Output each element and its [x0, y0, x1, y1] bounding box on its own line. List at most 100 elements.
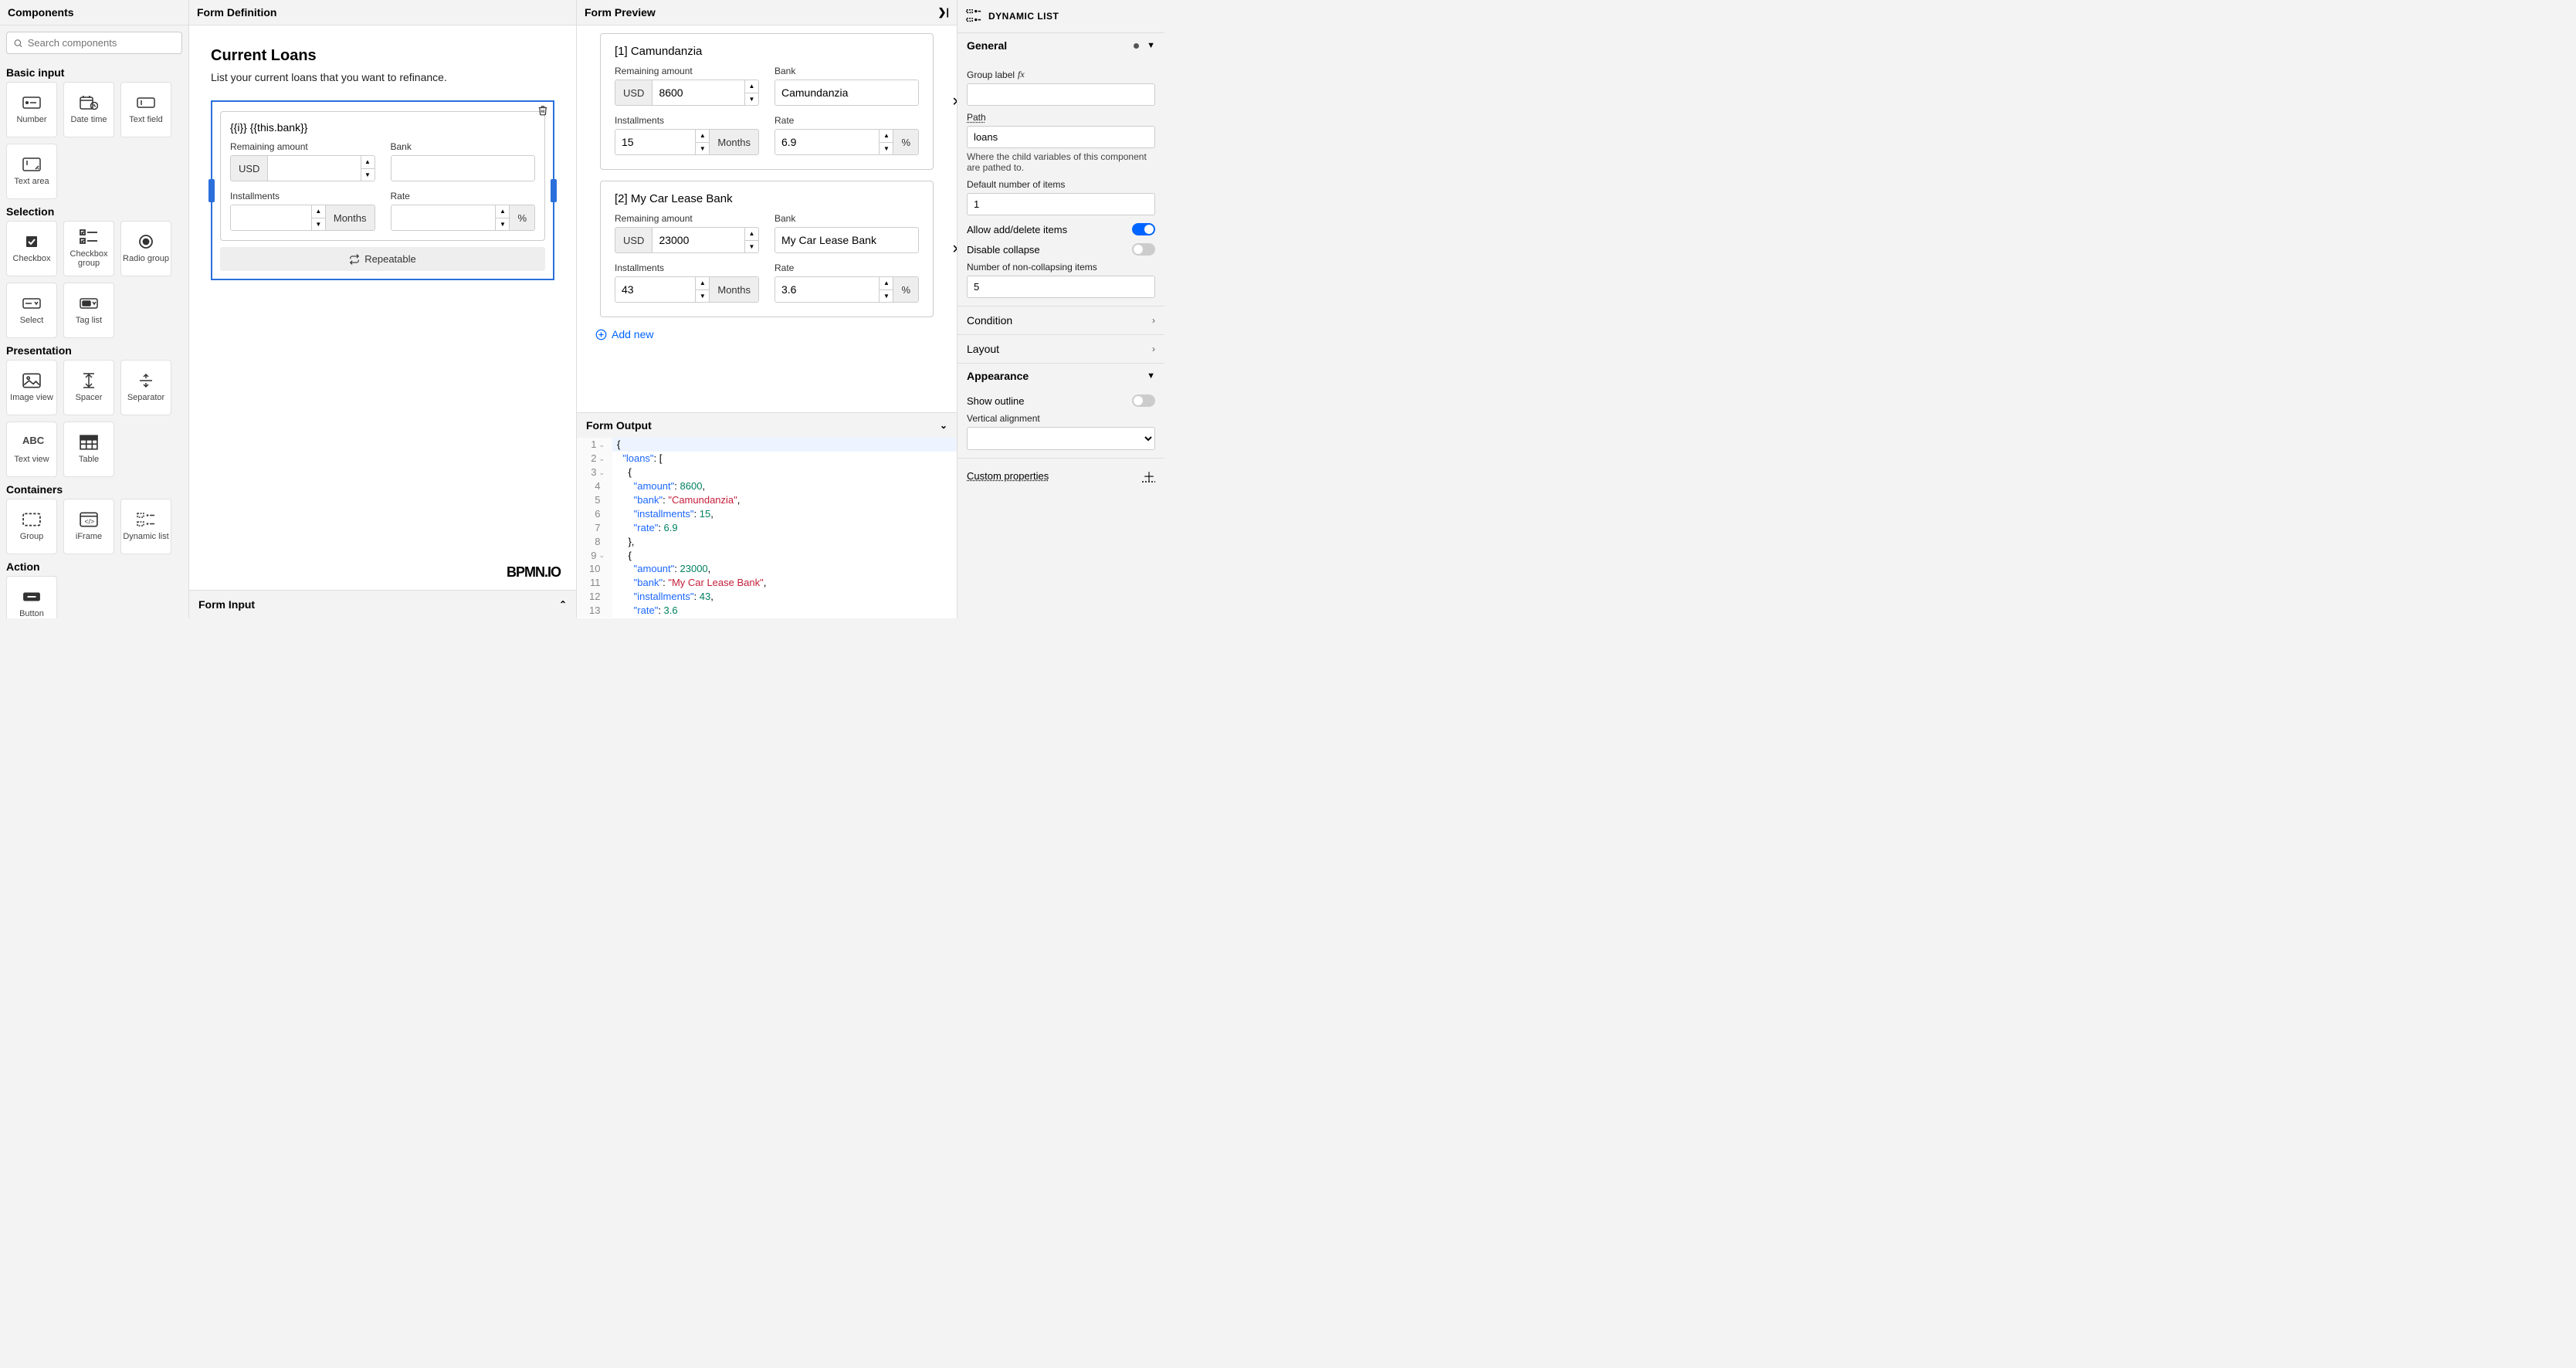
form-title: Current Loans [211, 47, 554, 65]
component-separator[interactable]: Separator [120, 360, 171, 415]
form-output-header[interactable]: Form Output ⌄ [577, 412, 957, 438]
fx-icon[interactable]: fx [1018, 69, 1025, 80]
expand-icon[interactable]: ⌃ [559, 599, 567, 610]
dynamic-list-selected[interactable]: {{i}} {{this.bank}} Remaining amount USD… [211, 100, 554, 280]
allow-add-toggle[interactable] [1132, 223, 1155, 235]
amount-input[interactable]: USD▲▼ [615, 80, 759, 106]
form-output-code[interactable]: 1⌄{2⌄ "loans": [3⌄ {4 "amount": 8600,5 "… [577, 438, 957, 618]
bank-label: Bank [391, 141, 536, 152]
bank-input[interactable] [391, 155, 536, 181]
percent-suffix: % [509, 205, 534, 230]
checkbox-group-icon [80, 229, 98, 245]
collapse-output-icon[interactable]: ⌄ [940, 420, 947, 431]
component-tag-list[interactable]: Tag list [63, 283, 114, 338]
dynamic-list-icon [137, 512, 155, 527]
item-header-template: {{i}} {{this.bank}} [230, 121, 535, 134]
rate-input[interactable]: ▲▼ % [391, 205, 536, 231]
amount-input[interactable]: USD ▲▼ [230, 155, 375, 181]
installments-stepper[interactable]: ▲▼ [311, 205, 325, 230]
rate-input[interactable]: ▲▼% [774, 129, 919, 155]
loan-card: ✕ [2] My Car Lease Bank Remaining amount… [600, 181, 934, 317]
chevron-down-icon[interactable]: ▼ [1147, 371, 1155, 381]
amount-label: Remaining amount [230, 141, 375, 152]
remove-loan-button[interactable]: ✕ [952, 242, 957, 257]
default-items-input[interactable] [967, 193, 1155, 215]
rate-stepper[interactable]: ▲▼ [495, 205, 509, 230]
path-input[interactable] [967, 126, 1155, 148]
search-components[interactable] [6, 32, 182, 54]
show-outline-toggle[interactable] [1132, 394, 1155, 407]
disable-collapse-toggle[interactable] [1132, 243, 1155, 256]
chevron-up-icon[interactable]: ▲ [361, 156, 375, 169]
separator-icon [137, 373, 155, 388]
add-new-button[interactable]: Add new [595, 328, 934, 340]
installments-label: Installments [230, 191, 375, 201]
noncollapse-input[interactable] [967, 276, 1155, 298]
svg-text:</>: </> [85, 517, 95, 525]
amount-stepper[interactable]: ▲▼ [361, 156, 375, 181]
installments-input[interactable]: ▲▼Months [615, 129, 759, 155]
condition-section[interactable]: Condition› [958, 306, 1164, 334]
component-spacer[interactable]: Spacer [63, 360, 114, 415]
component-select[interactable]: Select [6, 283, 57, 338]
tag-list-icon [80, 296, 98, 311]
component-number[interactable]: Number [6, 82, 57, 137]
default-items-label: Default number of items [967, 179, 1155, 190]
group-label-input[interactable] [967, 83, 1155, 106]
repeatable-indicator: Repeatable [220, 247, 545, 271]
group-icon [22, 512, 41, 527]
component-group[interactable]: Group [6, 499, 57, 554]
loan-title: [1] Camundanzia [615, 45, 919, 58]
component-text-field[interactable]: Text field [120, 82, 171, 137]
component-button[interactable]: Button [6, 576, 57, 618]
plus-circle-icon [595, 329, 607, 340]
component-table[interactable]: Table [63, 422, 114, 477]
date-time-icon [80, 95, 98, 110]
search-input[interactable] [28, 37, 175, 49]
component-dynamic-list[interactable]: Dynamic list [120, 499, 171, 554]
radio-group-icon [137, 234, 155, 249]
collapse-preview-icon[interactable]: ❯| [937, 6, 949, 19]
button-icon [22, 589, 41, 604]
component-checkbox-group[interactable]: Checkbox group [63, 221, 114, 276]
valign-select[interactable] [967, 427, 1155, 450]
component-checkbox[interactable]: Checkbox [6, 221, 57, 276]
component-radio-group[interactable]: Radio group [120, 221, 171, 276]
remove-loan-button[interactable]: ✕ [952, 94, 957, 110]
layout-section[interactable]: Layout› [958, 334, 1164, 363]
spacer-icon [80, 373, 98, 388]
amount-input[interactable]: USD▲▼ [615, 227, 759, 253]
dot-indicator-icon [1134, 43, 1139, 49]
component-image-view[interactable]: Image view [6, 360, 57, 415]
form-input-panel-header[interactable]: Form Input ⌃ [189, 590, 576, 618]
resize-handle-left[interactable] [208, 179, 215, 202]
category-action: Action [6, 554, 182, 576]
bank-input[interactable] [774, 227, 919, 253]
rate-label: Rate [391, 191, 536, 201]
component-text-area[interactable]: Text area [6, 144, 57, 199]
installments-input[interactable]: ▲▼Months [615, 276, 759, 303]
text-field-icon [137, 95, 155, 110]
component-text-view[interactable]: ABCText view [6, 422, 57, 477]
form-subtitle: List your current loans that you want to… [211, 71, 554, 83]
path-label: Path [967, 112, 1155, 123]
bank-input[interactable] [774, 80, 919, 106]
component-date-time[interactable]: Date time [63, 82, 114, 137]
chevron-down-icon[interactable]: ▼ [361, 169, 375, 181]
installments-input[interactable]: ▲▼ Months [230, 205, 375, 231]
image-view-icon [22, 373, 41, 388]
chevron-right-icon: › [1152, 315, 1155, 326]
component-type-header: DYNAMIC LIST [958, 0, 1164, 32]
currency-prefix: USD [231, 156, 268, 181]
general-section-header[interactable]: General ▼ [958, 32, 1164, 58]
plus-icon[interactable]: ＋ [1143, 466, 1155, 485]
form-preview-header: Form Preview ❯| [577, 0, 957, 25]
delete-component-button[interactable] [537, 105, 548, 118]
rate-input[interactable]: ▲▼% [774, 276, 919, 303]
component-iframe[interactable]: </>iFrame [63, 499, 114, 554]
resize-handle-right[interactable] [551, 179, 557, 202]
chevron-down-icon[interactable]: ▼ [1147, 41, 1155, 50]
repeat-icon [349, 254, 360, 265]
appearance-section-header[interactable]: Appearance ▼ [958, 363, 1164, 388]
custom-properties-section[interactable]: Custom properties ＋ [958, 458, 1164, 493]
